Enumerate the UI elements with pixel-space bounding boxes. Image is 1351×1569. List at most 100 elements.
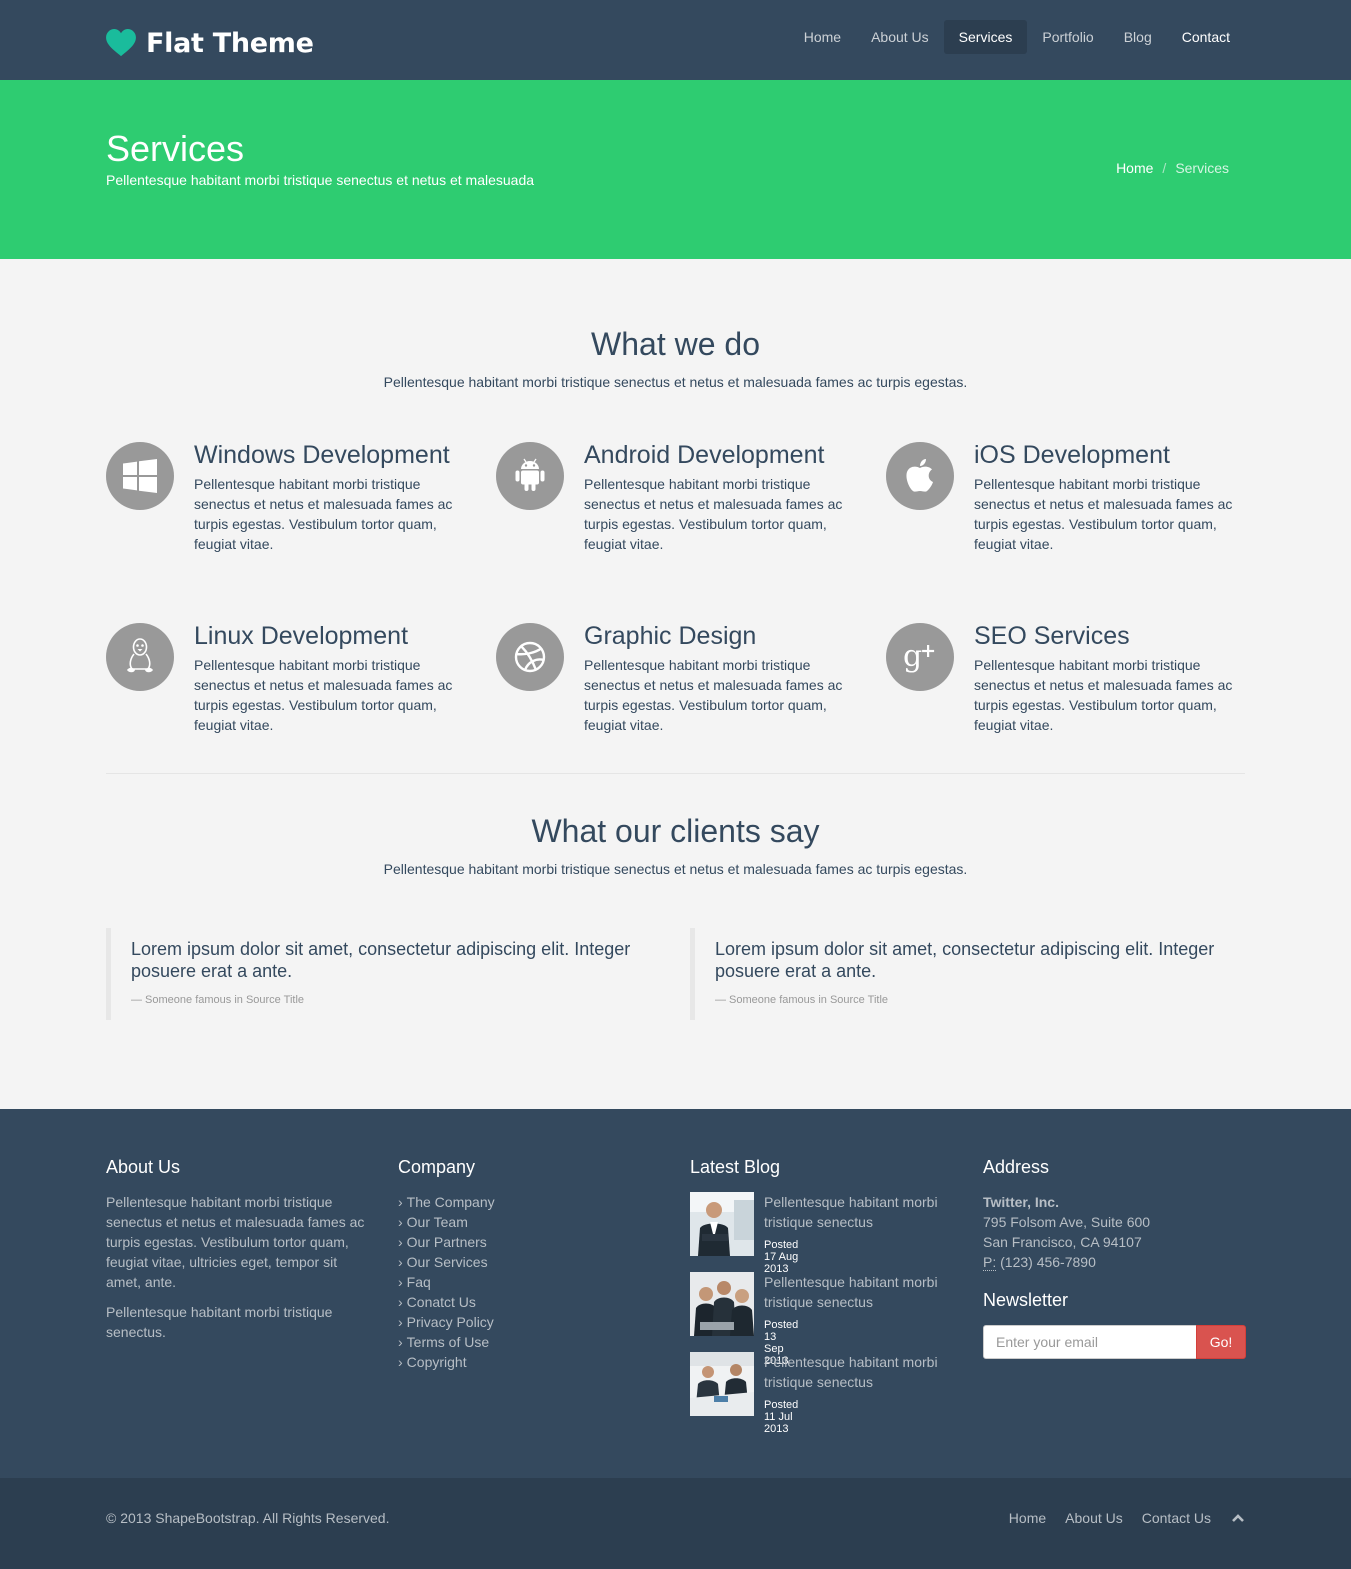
footer-link[interactable]: › Terms of Use: [398, 1332, 495, 1352]
footer-link[interactable]: › Copyright: [398, 1352, 495, 1372]
chevron-right-icon: ›: [398, 1194, 403, 1210]
address-line: 795 Folsom Ave, Suite 600: [983, 1214, 1151, 1230]
google-plus-icon: g: [886, 623, 954, 691]
testimonials-lead: Pellentesque habitant morbi tristique se…: [383, 861, 968, 877]
page-subtitle: Pellentesque habitant morbi tristique se…: [106, 172, 535, 188]
quote-source: — Someone famous in Source Title: [715, 994, 889, 1006]
android-icon: [496, 442, 564, 510]
footer-link[interactable]: › Conatct Us: [398, 1292, 495, 1312]
address-line: San Francisco, CA 94107: [983, 1234, 1142, 1250]
breadcrumb: Home / Services: [1116, 160, 1229, 176]
footer-link[interactable]: › Faq: [398, 1272, 495, 1292]
nav-about-us[interactable]: About Us: [856, 20, 944, 54]
chevron-right-icon: ›: [398, 1254, 403, 1270]
chevron-right-icon: ›: [398, 1354, 403, 1370]
footer-link[interactable]: › Our Services: [398, 1252, 495, 1272]
nav-blog[interactable]: Blog: [1109, 20, 1167, 54]
windows-icon: [106, 442, 174, 510]
nav-home[interactable]: Home: [789, 20, 856, 54]
footer-about: About Us Pellentesque habitant morbi tri…: [106, 1157, 368, 1352]
chevron-right-icon: ›: [398, 1334, 403, 1350]
dribbble-icon: [496, 623, 564, 691]
service-text: Pellentesque habitant morbi tristique se…: [194, 657, 453, 733]
service-title: Linux Development: [194, 622, 409, 650]
footer-blog: Latest Blog Pellentesque habitant morbi …: [690, 1157, 938, 1435]
blog-post-title[interactable]: Pellentesque habitant morbi tristique se…: [764, 1192, 954, 1232]
phone-number: (123) 456-7890: [1000, 1254, 1096, 1270]
footer-link[interactable]: › Our Partners: [398, 1232, 495, 1252]
brand-name: Flat Theme: [146, 27, 314, 59]
service-android: Android Development Pellentesque habitan…: [496, 441, 856, 571]
heart-icon: [106, 29, 136, 57]
newsletter-form: Go!: [983, 1325, 1246, 1359]
address-block: Twitter, Inc. 795 Folsom Ave, Suite 600 …: [983, 1192, 1246, 1272]
breadcrumb-current: Services: [1175, 160, 1229, 176]
bottom-bar: © 2013 ShapeBootstrap. All Rights Reserv…: [0, 1478, 1351, 1569]
newsletter-submit-button[interactable]: Go!: [1196, 1325, 1246, 1359]
footer-link[interactable]: › The Company: [398, 1192, 495, 1212]
testimonials-heading: What our clients say: [531, 813, 820, 849]
chevron-right-icon: ›: [398, 1214, 403, 1230]
blog-thumbnail[interactable]: [690, 1272, 754, 1336]
services-lead: Pellentesque habitant morbi tristique se…: [383, 374, 968, 390]
service-seo: g SEO Services Pellentesque habitant mor…: [886, 622, 1246, 752]
page-title: Services: [106, 128, 245, 169]
blog-post-date: Posted 11 Jul 2013: [764, 1399, 799, 1435]
service-graphic-design: Graphic Design Pellentesque habitant mor…: [496, 622, 856, 752]
service-title: Android Development: [584, 441, 825, 469]
blog-post: Pellentesque habitant morbi tristique se…: [690, 1352, 938, 1435]
brand-logo[interactable]: Flat Theme: [106, 26, 314, 60]
chevron-right-icon: ›: [398, 1294, 403, 1310]
nav-portfolio[interactable]: Portfolio: [1027, 20, 1108, 54]
footer-about-text: Pellentesque habitant morbi tristique se…: [106, 1304, 333, 1340]
breadcrumb-home[interactable]: Home: [1116, 160, 1153, 176]
service-text: Pellentesque habitant morbi tristique se…: [194, 476, 453, 552]
bottom-link-about-us[interactable]: About Us: [1065, 1510, 1123, 1526]
phone-label: P:: [983, 1254, 997, 1271]
blog-thumbnail[interactable]: [690, 1192, 754, 1256]
testimonial-quote: Lorem ipsum dolor sit amet, consectetur …: [690, 928, 1246, 1020]
service-linux: Linux Development Pellentesque habitant …: [106, 622, 466, 752]
service-title: Windows Development: [194, 441, 450, 469]
footer-link[interactable]: › Privacy Policy: [398, 1312, 495, 1332]
copyright-text: © 2013 ShapeBootstrap. All Rights Reserv…: [106, 1510, 390, 1526]
services-heading: What we do: [591, 326, 760, 362]
chevron-right-icon: ›: [398, 1274, 403, 1290]
service-text: Pellentesque habitant morbi tristique se…: [584, 476, 843, 552]
footer-about-heading: About Us: [106, 1157, 181, 1177]
service-title: iOS Development: [974, 441, 1170, 469]
chevron-up-icon[interactable]: [1231, 1511, 1245, 1525]
blog-thumbnail[interactable]: [690, 1352, 754, 1416]
service-title: SEO Services: [974, 622, 1130, 650]
footer-company-heading: Company: [398, 1157, 476, 1177]
quote-source: — Someone famous in Source Title: [131, 994, 305, 1006]
section-divider: [106, 773, 1245, 774]
footer-link[interactable]: › Our Team: [398, 1212, 495, 1232]
quote-text: Lorem ipsum dolor sit amet, consectetur …: [131, 939, 631, 981]
service-text: Pellentesque habitant morbi tristique se…: [974, 657, 1233, 733]
service-text: Pellentesque habitant morbi tristique se…: [584, 657, 843, 733]
newsletter-email-input[interactable]: [983, 1325, 1197, 1359]
footer-blog-heading: Latest Blog: [690, 1157, 781, 1177]
linux-icon: [106, 623, 174, 691]
bottom-link-home[interactable]: Home: [1009, 1510, 1046, 1526]
blog-post-title[interactable]: Pellentesque habitant morbi tristique se…: [764, 1272, 954, 1312]
nav-contact[interactable]: Contact: [1167, 20, 1245, 54]
blog-post: Pellentesque habitant morbi tristique se…: [690, 1192, 938, 1275]
navbar: Flat Theme Home About Us Services Portfo…: [0, 0, 1351, 80]
footer-company: Company › The Company › Our Team › Our Part…: [398, 1157, 495, 1372]
testimonial-quote: Lorem ipsum dolor sit amet, consectetur …: [106, 928, 662, 1020]
service-windows: Windows Development Pellentesque habitan…: [106, 441, 466, 571]
quote-text: Lorem ipsum dolor sit amet, consectetur …: [715, 939, 1215, 981]
service-title: Graphic Design: [584, 622, 757, 650]
bottom-link-contact-us[interactable]: Contact Us: [1142, 1510, 1211, 1526]
service-text: Pellentesque habitant morbi tristique se…: [974, 476, 1233, 552]
blog-post: Pellentesque habitant morbi tristique se…: [690, 1272, 938, 1367]
breadcrumb-separator: /: [1162, 160, 1167, 176]
service-ios: iOS Development Pellentesque habitant mo…: [886, 441, 1246, 571]
blog-post-title[interactable]: Pellentesque habitant morbi tristique se…: [764, 1352, 954, 1392]
apple-icon: [886, 442, 954, 510]
nav-services[interactable]: Services: [943, 20, 1028, 54]
title-band: Services Pellentesque habitant morbi tri…: [0, 80, 1351, 259]
blog-post-date: Posted 17 Aug 2013: [764, 1239, 799, 1275]
